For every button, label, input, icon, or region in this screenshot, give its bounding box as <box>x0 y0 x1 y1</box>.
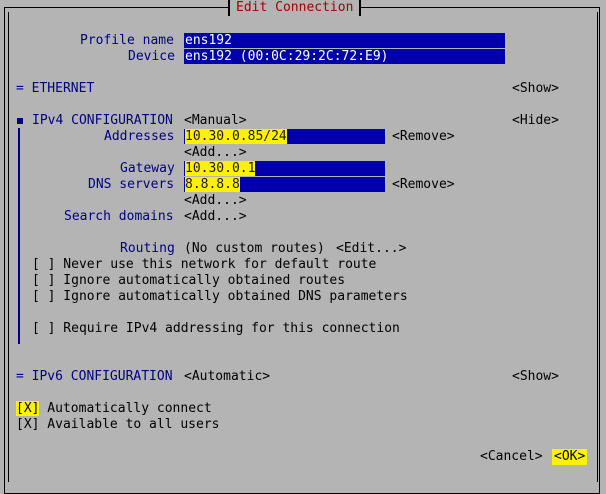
address-value: 10.30.0.85/24 <box>185 129 287 144</box>
dialog-title: Edit Connection <box>228 0 362 16</box>
all-users-checkbox[interactable]: [X] Available to all users <box>16 417 220 433</box>
device-label: Device <box>128 49 175 64</box>
auto-connect-label: Automatically connect <box>39 401 212 416</box>
ipv6-mode-button[interactable]: <Automatic> <box>184 369 270 385</box>
auto-connect-checkbox[interactable]: [X] Automatically connect <box>16 401 212 417</box>
search-domains-label: Search domains <box>64 209 174 224</box>
auto-connect-check: [X] <box>16 401 40 416</box>
never-default-route-checkbox[interactable]: [ ] Never use this network for default r… <box>32 257 376 273</box>
dns-remove-button[interactable]: <Remove> <box>392 177 455 193</box>
device-input[interactable]: ens192 (00:0C:29:2C:72:E9) <box>184 49 505 64</box>
address-add-button[interactable]: <Add...> <box>184 145 247 161</box>
ipv6-show-button[interactable]: <Show> <box>512 369 559 385</box>
gateway-label: Gateway <box>120 161 175 176</box>
addresses-label: Addresses <box>104 129 175 144</box>
dns-input[interactable]: 8.8.8.8 <box>184 177 385 192</box>
cancel-button[interactable]: <Cancel> <box>480 449 543 465</box>
dns-value: 8.8.8.8 <box>185 177 240 192</box>
ipv4-expanded-marker <box>17 118 23 124</box>
dns-servers-label: DNS servers <box>88 177 175 192</box>
require-ipv4-checkbox[interactable]: [ ] Require IPv4 addressing for this con… <box>32 321 400 337</box>
dns-add-button[interactable]: <Add...> <box>184 193 247 209</box>
routing-value: (No custom routes) <box>184 241 325 256</box>
ipv4-hide-button[interactable]: <Hide> <box>512 113 559 129</box>
profile-name-input[interactable]: ens192 <box>184 33 505 48</box>
ethernet-section-label: = ETHERNET <box>16 81 95 96</box>
ipv4-section-bar <box>18 128 20 344</box>
ignore-dns-checkbox[interactable]: [ ] Ignore automatically obtained DNS pa… <box>32 289 408 305</box>
gateway-input[interactable]: 10.30.0.1 <box>184 161 385 176</box>
search-domains-add-button[interactable]: <Add...> <box>184 209 247 225</box>
address-input[interactable]: 10.30.0.85/24 <box>184 129 385 144</box>
profile-name-label: Profile name <box>80 33 174 48</box>
address-remove-button[interactable]: <Remove> <box>392 129 455 145</box>
ignore-routes-checkbox[interactable]: [ ] Ignore automatically obtained routes <box>32 273 345 289</box>
gateway-value: 10.30.0.1 <box>185 161 256 176</box>
ok-button[interactable]: <OK> <box>552 449 588 465</box>
ipv4-mode-button[interactable]: <Manual> <box>184 113 247 129</box>
ipv6-section-label: = IPv6 CONFIGURATION <box>16 369 173 384</box>
ethernet-show-button[interactable]: <Show> <box>512 81 559 97</box>
routing-edit-button[interactable]: <Edit...> <box>336 241 406 257</box>
ipv4-section-label: IPv4 CONFIGURATION <box>32 113 173 128</box>
routing-label: Routing <box>120 241 175 256</box>
